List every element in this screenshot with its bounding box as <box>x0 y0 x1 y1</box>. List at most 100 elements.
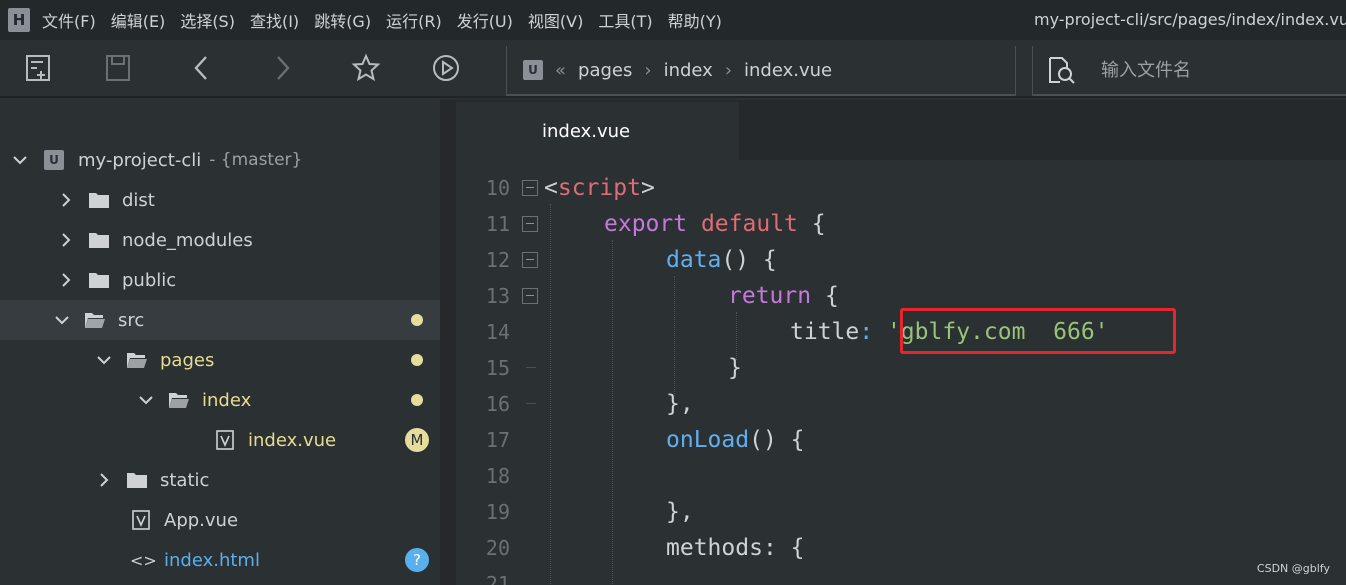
search-file-icon[interactable] <box>1045 54 1077 86</box>
line-number: 11 <box>485 212 510 236</box>
code-line: 17 onLoad() { <box>456 422 1346 458</box>
modified-dot-icon <box>411 314 423 326</box>
folder-icon <box>89 273 109 288</box>
line-number: 17 <box>485 428 510 452</box>
watermark: CSDN @gblfy <box>1256 562 1330 575</box>
folder-open-icon <box>169 393 189 408</box>
tab-bar: index.vue <box>456 100 1346 160</box>
code-token: }, <box>666 499 694 525</box>
tree-item-index-vue[interactable]: index.vue <box>0 420 440 460</box>
chevron-down-icon[interactable] <box>136 390 156 410</box>
chevron-right-icon: › <box>644 59 652 81</box>
tab-index-vue[interactable]: index.vue <box>456 102 739 160</box>
code-line: 16 }, <box>456 386 1346 422</box>
tree-item-label: dist <box>122 189 155 211</box>
tree-item-label: public <box>122 269 177 291</box>
code-token: > <box>640 175 655 201</box>
code-line: 20 methods: { <box>456 530 1346 566</box>
menu-run[interactable]: 运行(R) <box>386 8 442 32</box>
tree-item-app-vue[interactable]: App.vue <box>0 500 440 540</box>
fold-toggle-icon[interactable] <box>522 252 538 268</box>
menu-edit[interactable]: 编辑(E) <box>111 8 166 32</box>
new-file-icon[interactable] <box>20 50 56 86</box>
code-token: data <box>666 247 722 273</box>
menu-select[interactable]: 选择(S) <box>180 8 235 32</box>
fold-end-icon <box>522 396 538 412</box>
breadcrumb-item-file[interactable]: index.vue <box>744 60 832 81</box>
code-token: () { <box>721 247 777 273</box>
chevron-down-icon[interactable] <box>94 350 114 370</box>
code-line: 21 <box>456 566 1346 585</box>
line-number: 16 <box>485 392 510 416</box>
code-token: { <box>824 283 839 309</box>
tree-item-label: src <box>118 309 145 331</box>
tree-project-root[interactable]: U my-project-cli - {master} <box>0 140 440 180</box>
chevron-down-icon[interactable] <box>52 310 72 330</box>
save-icon[interactable] <box>100 50 136 86</box>
tree-item-label: node_modules <box>122 229 253 251</box>
star-icon[interactable] <box>348 50 384 86</box>
menu-publish[interactable]: 发行(U) <box>457 8 513 32</box>
code-token: default <box>700 211 798 237</box>
tree-item-index-folder[interactable]: index <box>0 380 440 420</box>
line-number: 19 <box>485 500 510 524</box>
breadcrumb-item-pages[interactable]: pages <box>578 60 632 81</box>
menu-help[interactable]: 帮助(Y) <box>668 8 722 32</box>
tree-item-label: index <box>202 389 252 411</box>
project-name: my-project-cli <box>78 149 202 171</box>
code-token: return <box>728 283 812 309</box>
code-token: }, <box>666 391 694 417</box>
tree-item-node-modules[interactable]: node_modules <box>0 220 440 260</box>
run-icon[interactable] <box>428 50 464 86</box>
code-line: 19 }, <box>456 494 1346 530</box>
code-token: { <box>811 211 826 237</box>
fold-toggle-icon[interactable] <box>522 216 538 232</box>
code-token: script <box>557 175 641 201</box>
line-number: 10 <box>485 176 510 200</box>
modified-badge: M <box>405 428 429 452</box>
folder-icon <box>89 193 109 208</box>
chevron-right-icon[interactable] <box>56 230 76 250</box>
tree-item-pages[interactable]: pages <box>0 340 440 380</box>
tree-item-label: static <box>160 469 210 491</box>
window-title: my-project-cli/src/pages/index/index.vue <box>1034 10 1346 29</box>
back-icon[interactable] <box>184 50 220 86</box>
chevron-right-icon[interactable] <box>56 190 76 210</box>
tree-item-index-html[interactable]: <> index.html <box>0 540 440 580</box>
chevron-down-icon[interactable] <box>10 150 30 170</box>
code-line: 11 export default { <box>456 206 1346 242</box>
menu-find[interactable]: 查找(I) <box>250 8 299 32</box>
tree-item-dist[interactable]: dist <box>0 180 440 220</box>
chevron-right-icon[interactable] <box>94 470 114 490</box>
menu-file[interactable]: 文件(F) <box>42 8 96 32</box>
menu-tools[interactable]: 工具(T) <box>598 8 652 32</box>
breadcrumb-item-index[interactable]: index <box>664 60 713 81</box>
code-line: 12 data() { <box>456 242 1346 278</box>
fold-toggle-icon[interactable] <box>522 288 538 304</box>
folder-open-icon <box>127 353 147 368</box>
code-token: < <box>544 175 558 201</box>
tree-item-public[interactable]: public <box>0 260 440 300</box>
project-explorer: U my-project-cli - {master} dist node_mo… <box>0 100 440 585</box>
untracked-badge: ? <box>405 548 429 572</box>
menu-goto[interactable]: 跳转(G) <box>314 8 371 32</box>
tree-item-label: index.vue <box>248 429 337 451</box>
tree-item-static[interactable]: static <box>0 460 440 500</box>
tree-item-src[interactable]: src <box>0 300 440 340</box>
forward-icon[interactable] <box>264 50 300 86</box>
line-number: 18 <box>485 464 510 488</box>
line-number: 15 <box>485 356 510 380</box>
project-logo-icon: U <box>523 60 543 80</box>
code-token: : <box>859 319 887 345</box>
hbuilder-logo-icon: H <box>8 8 30 32</box>
highlight-annotation <box>900 308 1176 354</box>
code-token: export <box>604 211 688 237</box>
panel-divider[interactable] <box>440 100 456 585</box>
fold-toggle-icon[interactable] <box>522 180 538 196</box>
code-line: 15 } <box>456 350 1346 386</box>
fold-end-icon <box>522 360 538 376</box>
chevron-right-icon[interactable] <box>56 270 76 290</box>
menu-view[interactable]: 视图(V) <box>528 8 583 32</box>
file-search-input[interactable] <box>1101 59 1301 81</box>
code-line: 10 <script> <box>456 170 1346 206</box>
